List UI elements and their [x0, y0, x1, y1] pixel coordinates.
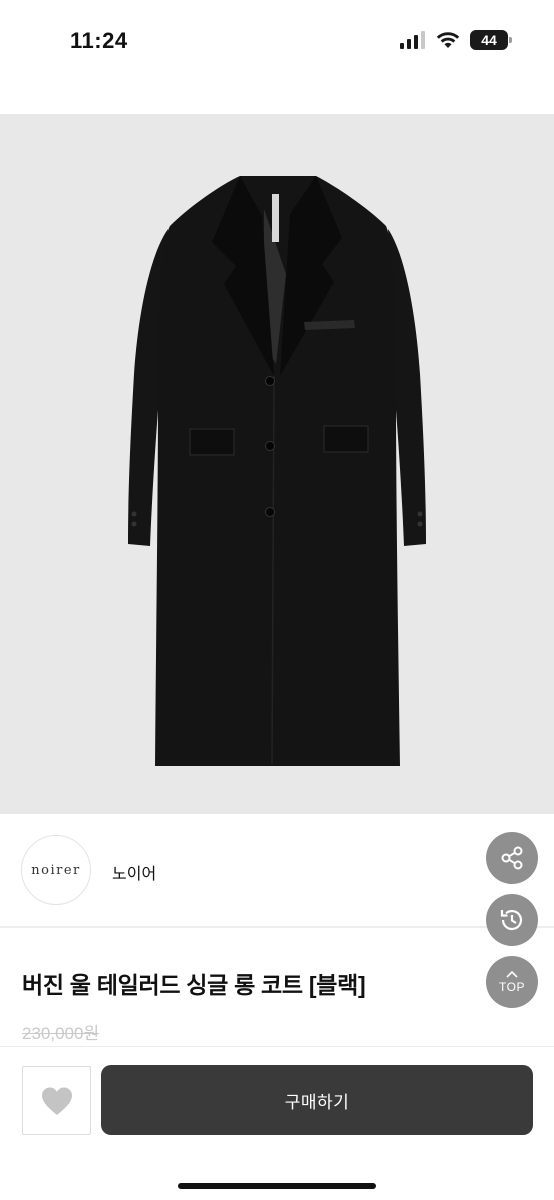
battery-icon: 44 — [470, 30, 512, 50]
divider — [0, 927, 554, 928]
seller-row[interactable]: noirer 노이어 — [0, 814, 554, 927]
history-icon — [500, 909, 523, 931]
seller-logo-text: noirer — [31, 862, 81, 878]
share-icon — [501, 846, 523, 870]
battery-level: 44 — [481, 32, 497, 48]
product-detail-page: 11:24 44 noirer 노이어 TOP 버진 울 테일러드 싱글 롱 코… — [0, 0, 554, 1200]
seller-name[interactable]: 노이어 — [112, 860, 156, 884]
home-indicator[interactable] — [178, 1183, 376, 1189]
share-button[interactable] — [486, 832, 538, 884]
scroll-top-button[interactable]: TOP — [486, 956, 538, 1008]
product-price: 230,000원 — [22, 1024, 100, 1043]
product-image[interactable] — [0, 114, 554, 814]
heart-icon — [41, 1087, 72, 1115]
recent-history-button[interactable] — [486, 894, 538, 946]
buy-button[interactable]: 구매하기 — [101, 1065, 533, 1135]
black-long-coat-image — [128, 176, 426, 766]
status-time: 11:24 — [70, 28, 128, 53]
like-button[interactable] — [22, 1066, 91, 1135]
status-bar: 11:24 44 — [0, 0, 554, 84]
seller-logo[interactable]: noirer — [21, 835, 91, 905]
bottom-action-bar: 구매하기 — [0, 1046, 554, 1200]
wifi-icon — [436, 32, 460, 48]
signal-icon — [400, 31, 425, 49]
chevron-up-icon — [506, 970, 518, 978]
status-icons: 44 — [400, 30, 512, 50]
scroll-top-label: TOP — [499, 980, 525, 994]
product-title: 버진 울 테일러드 싱글 롱 코트 [블랙] — [22, 972, 366, 998]
